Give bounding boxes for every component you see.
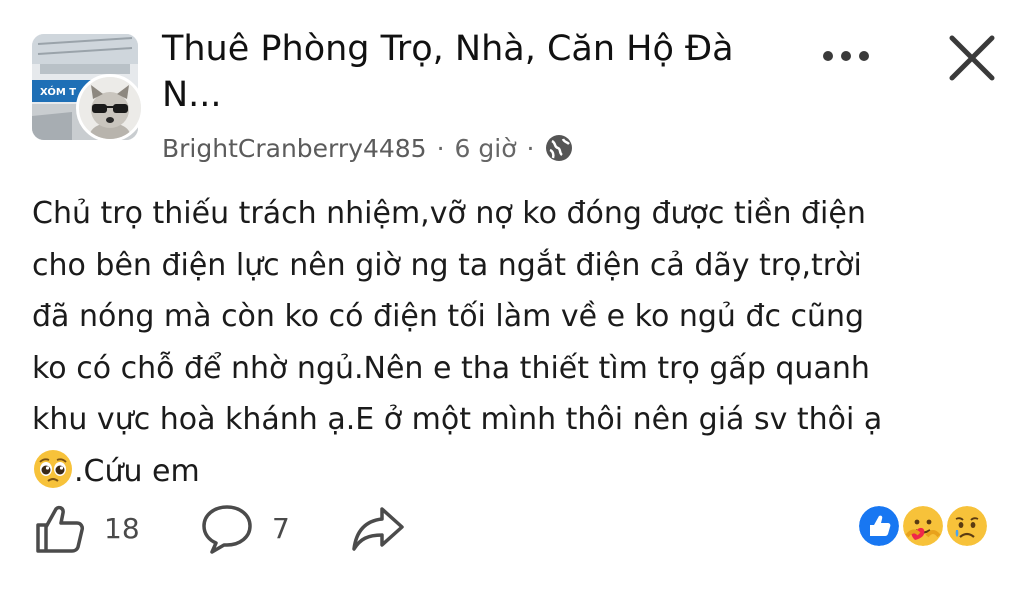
post-header: XÓM T Thuê Phòng Trọ, Nhà, Căn Hộ Đà N..…: [0, 0, 1024, 180]
group-name[interactable]: Thuê Phòng Trọ, Nhà, Căn Hộ Đà N...: [162, 26, 782, 118]
comment-count: 7: [272, 511, 290, 545]
author-name[interactable]: BrightCranberry4485: [162, 134, 427, 163]
meta-separator: ·: [436, 133, 445, 163]
group-avatar-banner-text: XÓM T: [40, 85, 76, 98]
thumbs-up-icon: [36, 505, 84, 553]
comment-button[interactable]: 7: [200, 498, 290, 558]
like-button[interactable]: 18: [32, 498, 140, 558]
share-arrow-icon: [352, 507, 404, 551]
post-text: Chủ trọ thiếu trách nhiệm,vỡ nợ ko đóng …: [32, 188, 1002, 497]
reaction-summary[interactable]: [856, 503, 996, 553]
more-dots-icon: [823, 51, 869, 61]
user-avatar[interactable]: [76, 74, 144, 142]
comment-bubble-icon: [202, 505, 252, 554]
more-options-button[interactable]: [818, 38, 874, 74]
pleading-face-emoji-icon: [32, 448, 74, 490]
like-count: 18: [104, 511, 140, 545]
post-text-tail: .Cứu em: [74, 453, 200, 489]
post-time[interactable]: 6 giờ: [455, 134, 517, 163]
care-reaction-icon: [900, 503, 946, 549]
like-reaction-icon: [856, 503, 902, 549]
close-button[interactable]: [944, 30, 1000, 86]
close-icon: [949, 35, 995, 81]
sad-reaction-icon: [944, 503, 990, 549]
meta-separator-2: ·: [526, 133, 535, 163]
globe-icon: [544, 133, 574, 163]
post-text-main: Chủ trọ thiếu trách nhiệm,vỡ nợ ko đóng …: [32, 196, 883, 437]
post-meta: BrightCranberry4485 · 6 giờ ·: [162, 128, 574, 168]
share-button[interactable]: [350, 498, 406, 558]
